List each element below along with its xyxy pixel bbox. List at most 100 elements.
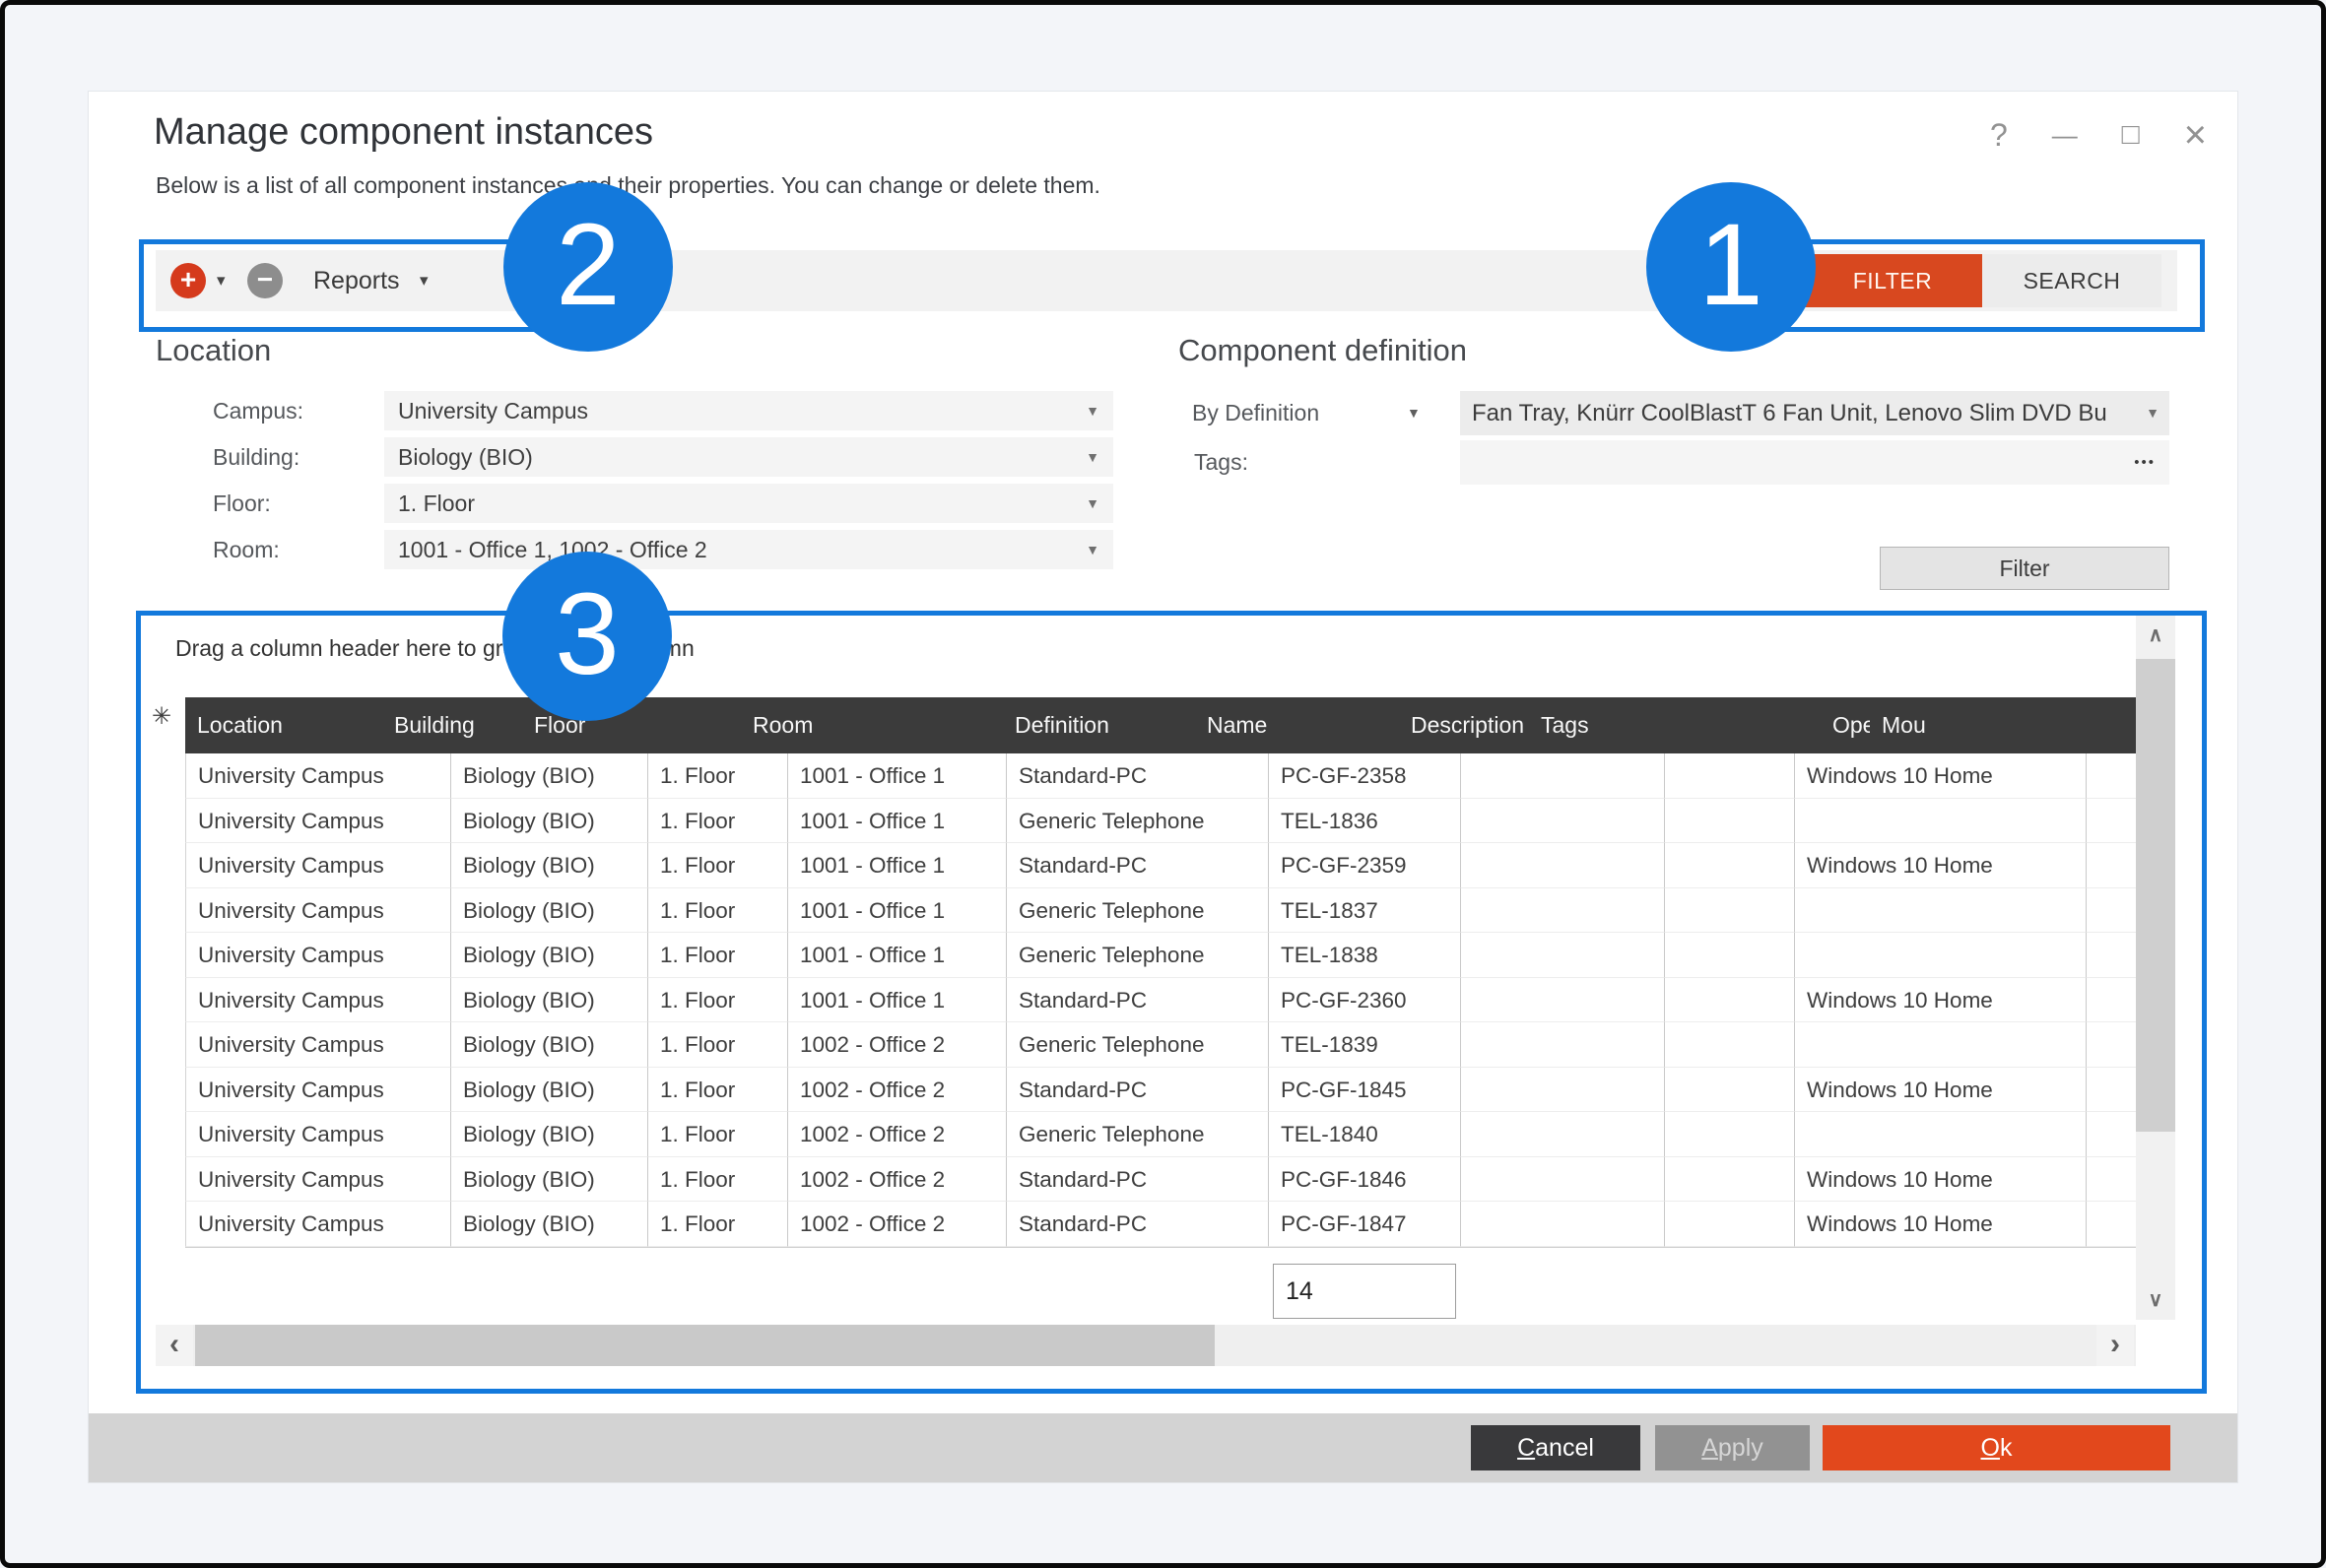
cell-location: University Campus <box>185 1022 451 1068</box>
ok-button[interactable]: Ok <box>1823 1425 2170 1470</box>
cell-mounting <box>2087 978 2136 1023</box>
table-row[interactable]: University Campus Biology (BIO) 1. Floor… <box>185 799 2136 844</box>
reports-caret-icon[interactable]: ▾ <box>420 271 429 291</box>
close-icon[interactable]: × <box>2184 115 2207 155</box>
table-row[interactable]: University Campus Biology (BIO) 1. Floor… <box>185 1112 2136 1157</box>
name-filter-input[interactable] <box>1273 1264 1456 1319</box>
cell-building: Biology (BIO) <box>451 1157 648 1203</box>
cell-floor: 1. Floor <box>648 799 788 844</box>
cell-room: 1001 - Office 1 <box>788 799 1007 844</box>
definition-dropdown[interactable]: Fan Tray, Knürr CoolBlastT 6 Fan Unit, L… <box>1460 391 2169 435</box>
cell-room: 1002 - Office 2 <box>788 1068 1007 1113</box>
cell-operating-system <box>1795 1022 2087 1068</box>
cell-mounting <box>2087 1022 2136 1068</box>
help-icon[interactable]: ? <box>1990 117 2008 154</box>
vertical-scroll-thumb[interactable] <box>2136 659 2175 1132</box>
cell-definition: Standard-PC <box>1007 1157 1269 1203</box>
cell-name: TEL-1836 <box>1269 799 1461 844</box>
dialog-footer: Cancel Apply Ok <box>89 1413 2237 1482</box>
cell-floor: 1. Floor <box>648 1112 788 1157</box>
horizontal-scrollbar[interactable]: ‹ › <box>156 1325 2136 1366</box>
table-row[interactable]: University Campus Biology (BIO) 1. Floor… <box>185 978 2136 1023</box>
scroll-left-icon[interactable]: ‹ <box>156 1325 193 1366</box>
cell-floor: 1. Floor <box>648 753 788 799</box>
cell-description <box>1461 978 1665 1023</box>
cell-location: University Campus <box>185 753 451 799</box>
dialog-title: Manage component instances <box>154 111 653 154</box>
table-row[interactable]: University Campus Biology (BIO) 1. Floor… <box>185 1068 2136 1113</box>
cell-operating-system: Windows 10 Home <box>1795 1157 2087 1203</box>
cell-tags <box>1665 1022 1795 1068</box>
grid-header-row: Location Building Floor Room Definition … <box>185 697 2136 753</box>
location-dropdown[interactable]: 1. Floor ▼ <box>384 484 1113 523</box>
cell-tags <box>1665 843 1795 888</box>
column-header[interactable]: Mou <box>1870 697 1926 753</box>
table-row[interactable]: University Campus Biology (BIO) 1. Floor… <box>185 888 2136 934</box>
column-header[interactable]: Location <box>185 697 382 753</box>
cell-operating-system: Windows 10 Home <box>1795 1068 2087 1113</box>
table-row[interactable]: University Campus Biology (BIO) 1. Floor… <box>185 1022 2136 1068</box>
cell-location: University Campus <box>185 1068 451 1113</box>
scroll-right-icon[interactable]: › <box>2096 1325 2134 1366</box>
manage-component-instances-dialog: Manage component instances Below is a li… <box>89 92 2237 1482</box>
filter-tab-button[interactable]: FILTER <box>1803 254 1982 307</box>
column-header[interactable]: Tags <box>1529 697 1821 753</box>
column-header[interactable]: Floor <box>522 697 741 753</box>
remove-button[interactable]: − <box>247 263 283 298</box>
column-header[interactable]: Description <box>1399 697 1529 753</box>
column-header[interactable]: Building <box>382 697 522 753</box>
by-definition-selector[interactable]: By Definition <box>1192 391 1319 435</box>
cell-building: Biology (BIO) <box>451 978 648 1023</box>
chevron-down-icon: ▼ <box>1086 437 1099 477</box>
tags-field[interactable]: ••• <box>1460 440 2169 485</box>
cell-location: University Campus <box>185 888 451 934</box>
column-config-icon[interactable]: ✳ <box>152 702 171 731</box>
cell-operating-system <box>1795 799 2087 844</box>
cell-operating-system: Windows 10 Home <box>1795 753 2087 799</box>
cell-tags <box>1665 933 1795 978</box>
add-button[interactable]: + <box>170 263 206 298</box>
cell-tags <box>1665 888 1795 934</box>
minimize-icon[interactable]: — <box>2052 120 2078 151</box>
cancel-button[interactable]: Cancel <box>1471 1425 1640 1470</box>
table-row[interactable]: University Campus Biology (BIO) 1. Floor… <box>185 1202 2136 1247</box>
cell-floor: 1. Floor <box>648 1068 788 1113</box>
cell-room: 1001 - Office 1 <box>788 888 1007 934</box>
add-dropdown-caret-icon[interactable]: ▾ <box>217 271 226 291</box>
table-row[interactable]: University Campus Biology (BIO) 1. Floor… <box>185 1157 2136 1203</box>
horizontal-scroll-thumb[interactable] <box>195 1325 1215 1366</box>
cell-building: Biology (BIO) <box>451 888 648 934</box>
scroll-down-icon[interactable]: ∨ <box>2136 1280 2175 1320</box>
location-dropdown[interactable]: University Campus ▼ <box>384 391 1113 430</box>
chevron-down-icon: ▼ <box>2146 391 2160 435</box>
maximize-icon[interactable]: □ <box>2122 118 2140 152</box>
column-header[interactable]: Room <box>741 697 1003 753</box>
ellipsis-icon[interactable]: ••• <box>2134 440 2156 485</box>
filter-apply-button[interactable]: Filter <box>1880 547 2169 590</box>
search-tab-button[interactable]: SEARCH <box>1982 254 2161 307</box>
cell-definition: Generic Telephone <box>1007 888 1269 934</box>
cell-tags <box>1665 1112 1795 1157</box>
ok-label: Ok <box>1828 1434 2164 1463</box>
column-header[interactable]: Operating system <box>1821 697 1870 753</box>
table-row[interactable]: University Campus Biology (BIO) 1. Floor… <box>185 753 2136 799</box>
cell-name: TEL-1839 <box>1269 1022 1461 1068</box>
cell-room: 1002 - Office 2 <box>788 1202 1007 1247</box>
cell-mounting <box>2087 1202 2136 1247</box>
cell-operating-system <box>1795 933 2087 978</box>
table-row[interactable]: University Campus Biology (BIO) 1. Floor… <box>185 933 2136 978</box>
cell-description <box>1461 753 1665 799</box>
apply-button[interactable]: Apply <box>1655 1425 1810 1470</box>
reports-menu[interactable]: Reports <box>313 263 400 298</box>
cell-mounting <box>2087 1157 2136 1203</box>
cell-definition: Standard-PC <box>1007 978 1269 1023</box>
by-definition-caret-icon[interactable]: ▼ <box>1407 391 1421 435</box>
table-row[interactable]: University Campus Biology (BIO) 1. Floor… <box>185 843 2136 888</box>
vertical-scrollbar[interactable]: ∧ ∨ <box>2136 614 2175 1320</box>
location-dropdown[interactable]: 1001 - Office 1, 1002 - Office 2 ▼ <box>384 530 1113 569</box>
scroll-up-icon[interactable]: ∧ <box>2136 614 2175 657</box>
cell-room: 1002 - Office 2 <box>788 1157 1007 1203</box>
location-dropdown[interactable]: Biology (BIO) ▼ <box>384 437 1113 477</box>
column-header[interactable]: Name <box>1195 697 1399 753</box>
column-header[interactable]: Definition <box>1003 697 1195 753</box>
